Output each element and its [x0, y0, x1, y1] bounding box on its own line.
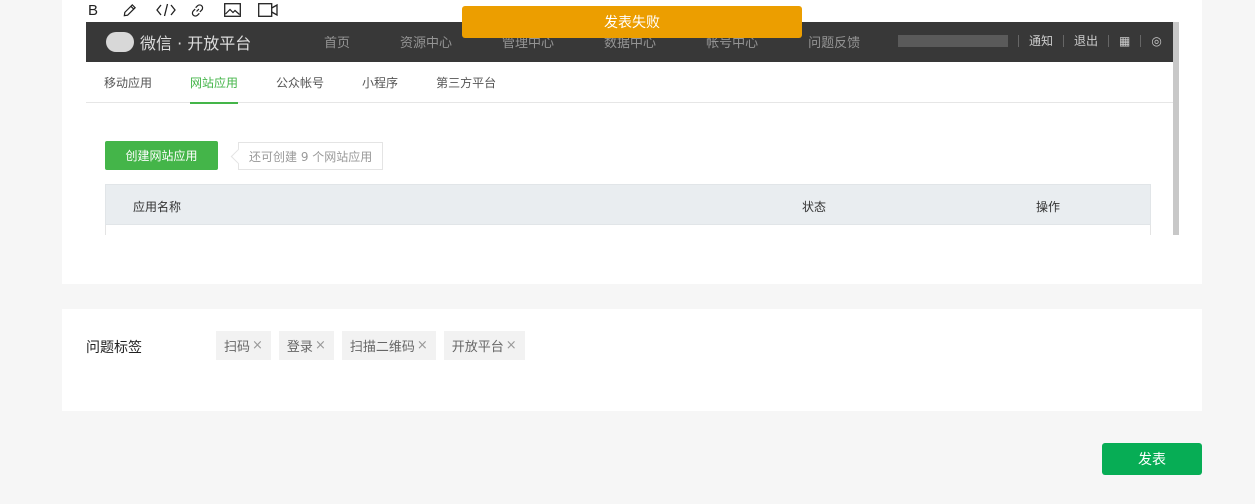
bold-button[interactable]: B [88, 0, 122, 20]
embed-notify: 通知 [1029, 34, 1054, 48]
publish-button[interactable]: 发表 [1102, 443, 1202, 475]
tags-card: 问题标签 扫码 × 登录 × 扫描二维码 × 开放平台 × [62, 309, 1202, 411]
embed-table-header: 应用名称 状态 操作 [105, 184, 1151, 225]
tag-item: 开放平台 × [443, 331, 525, 360]
embed-table-body [105, 225, 1151, 235]
embed-create-app-button: 创建网站应用 [105, 141, 218, 170]
tag-item: 扫描二维码 × [341, 331, 436, 360]
embed-tab-third-party: 第三方平台 [436, 76, 497, 90]
embed-scrollbar [1173, 22, 1179, 235]
settings-icon: ◎ [1151, 33, 1162, 48]
link-button[interactable] [190, 0, 224, 20]
image-button[interactable] [224, 0, 258, 20]
pencil-icon [123, 3, 136, 16]
embed-create-hint: 还可创建 9 个网站应用 [238, 142, 384, 170]
tag-item: 登录 × [278, 331, 334, 360]
tag-label: 扫描二维码 [349, 340, 415, 355]
tag-label: 开放平台 [451, 340, 504, 355]
qr-code-icon: ▦ [1119, 33, 1131, 48]
embed-nav-item: 首页 [324, 36, 351, 51]
tags-list: 扫码 × 登录 × 扫描二维码 × 开放平台 × [216, 331, 525, 360]
embed-brand: 微信 · 开放平台 [140, 34, 252, 53]
error-toast: 发表失败 [462, 6, 802, 38]
tag-label: 登录 [286, 340, 313, 355]
link-icon [191, 3, 204, 17]
wechat-logo-icon [106, 32, 134, 52]
tag-label: 扫码 [224, 340, 251, 355]
embed-nav-item: 问题反馈 [808, 36, 861, 51]
code-icon [156, 3, 176, 17]
embed-tab-mobile: 移动应用 [104, 76, 153, 90]
tag-item: 扫码 × [216, 331, 271, 360]
embed-header-right: 通知 退出 ▦ ◎ [898, 32, 1162, 49]
tag-remove-icon[interactable]: × [315, 338, 326, 353]
embed-col-action: 操作 [1036, 200, 1061, 214]
embed-tabs: 移动应用 网站应用 公众帐号 小程序 第三方平台 [86, 62, 1173, 104]
embed-tab-website: 网站应用 [190, 62, 239, 104]
highlight-button[interactable] [122, 0, 156, 20]
bold-icon: B [88, 1, 99, 19]
blurred-account [898, 34, 1008, 47]
embed-col-name: 应用名称 [133, 200, 182, 214]
tags-label: 问题标签 [86, 340, 142, 356]
tag-remove-icon[interactable]: × [252, 338, 263, 353]
embedded-screenshot: 微信 · 开放平台 首页 资源中心 管理中心 数据中心 帐号中心 问题反馈 通知… [86, 22, 1179, 235]
code-button[interactable] [156, 0, 190, 20]
tag-remove-icon[interactable]: × [506, 338, 517, 353]
embed-logo: 微信 · 开放平台 [106, 30, 251, 54]
embed-tab-official-account: 公众帐号 [276, 76, 325, 90]
video-icon [258, 3, 278, 17]
embed-col-status: 状态 [802, 200, 827, 214]
image-icon [224, 3, 241, 17]
video-button[interactable] [258, 0, 292, 20]
tag-remove-icon[interactable]: × [417, 338, 428, 353]
embed-tab-mini-program: 小程序 [362, 76, 399, 90]
embed-logout: 退出 [1074, 34, 1099, 48]
editor-toolbar: B [88, 0, 292, 20]
embed-nav-item: 资源中心 [400, 36, 453, 51]
